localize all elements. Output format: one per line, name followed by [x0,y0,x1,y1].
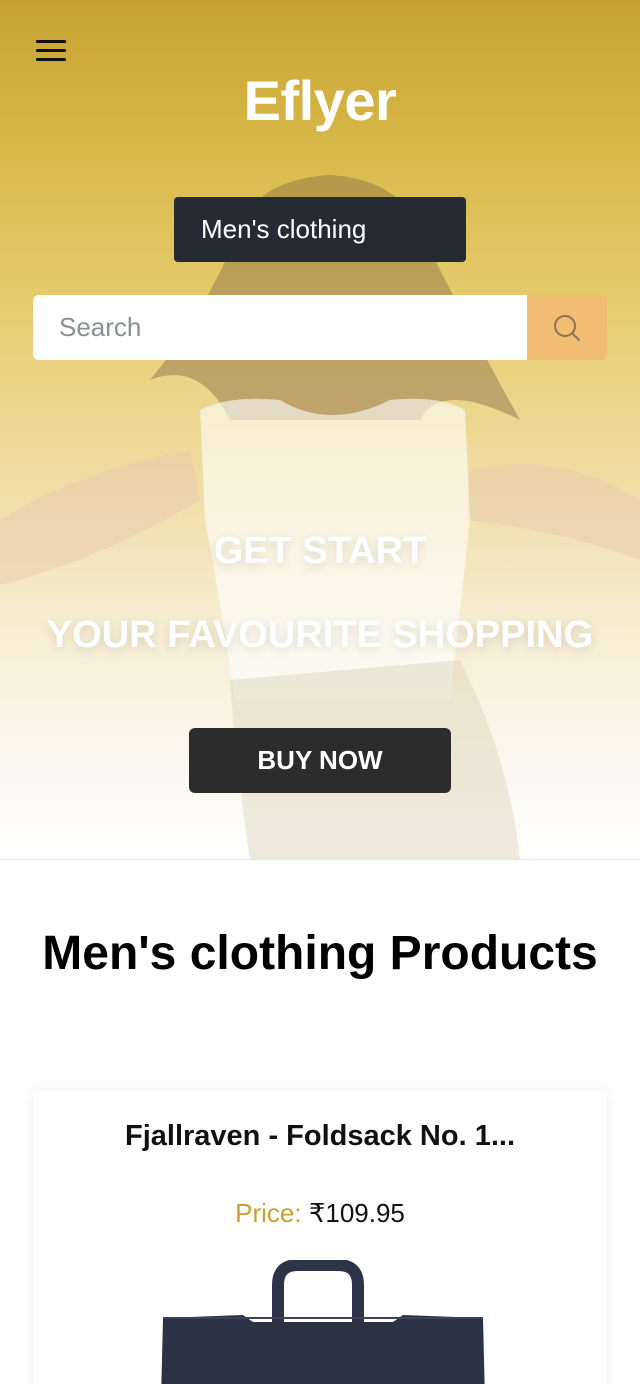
search-icon [554,314,580,341]
hamburger-icon[interactable] [36,40,68,66]
product-name[interactable]: Fjallraven - Foldsack No. 1... [33,1120,607,1153]
section-title: Men's clothing Products [42,927,598,980]
search-bar [33,295,607,360]
search-button[interactable] [527,295,607,360]
brand-logo[interactable]: Eflyer [0,68,640,133]
hero-tagline-secondary: YOUR FAVOURITE SHOPPING [46,614,594,656]
hero-tagline-primary: GET START [213,530,427,572]
product-image[interactable] [153,1260,493,1384]
price-value: ₹109.95 [308,1198,405,1228]
search-input[interactable] [33,295,527,360]
price-label: Price: [235,1198,302,1228]
category-dropdown[interactable]: Men's clothing [174,197,466,262]
hero-banner: Eflyer Men's clothing GET START YOUR FAV… [0,0,640,860]
product-price: Price: ₹109.95 [33,1198,607,1229]
buy-now-button[interactable]: BUY NOW [189,728,451,793]
product-card[interactable]: Fjallraven - Foldsack No. 1... Price: ₹1… [33,1090,607,1384]
